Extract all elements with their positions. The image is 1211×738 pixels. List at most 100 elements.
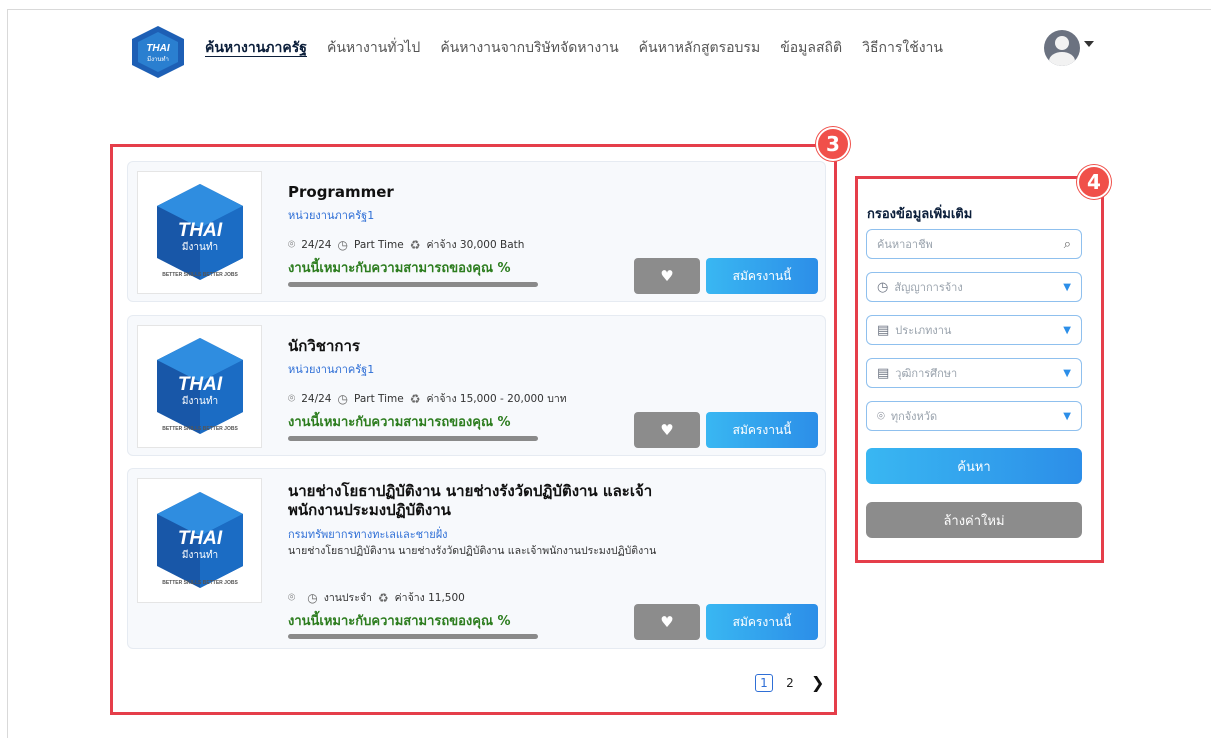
svg-text:BETTER SKILLS BETTER JOBS: BETTER SKILLS BETTER JOBS: [162, 580, 238, 586]
clock-icon: ◷: [307, 590, 318, 605]
job-description: นายช่างโยธาปฏิบัติงาน นายช่างรังวัดปฏิบั…: [288, 545, 657, 557]
svg-text:มีงานทำ: มีงานทำ: [147, 55, 169, 63]
money-icon: ♻: [409, 237, 421, 252]
clock-icon: ◷: [877, 279, 889, 295]
match-progress-bar: [288, 634, 538, 639]
job-type: Part Time: [353, 392, 404, 405]
clock-icon: ◷: [337, 237, 348, 252]
job-type: Part Time: [353, 238, 404, 251]
job-organization: หน่วยงานภาครัฐ1: [288, 363, 375, 376]
contract-type-select[interactable]: ◷ สัญญาการจ้าง ▼: [866, 272, 1082, 302]
svg-text:THAI: THAI: [177, 220, 222, 241]
nav-agency-jobs[interactable]: ค้นหางานจากบริษัทจัดหางาน: [440, 37, 618, 59]
match-progress-bar: [288, 282, 538, 287]
search-button[interactable]: ค้นหา: [866, 448, 1082, 484]
nav-government-jobs[interactable]: ค้นหางานภาครัฐ: [205, 37, 307, 59]
dropdown-arrow-icon: ▼: [1063, 367, 1071, 379]
job-type-value: ประเภทงาน: [895, 324, 952, 337]
clock-icon: ◷: [337, 391, 348, 406]
reset-button[interactable]: ล้างค่าใหม่: [866, 502, 1082, 538]
apply-button[interactable]: สมัครงานนี้: [706, 604, 818, 640]
search-placeholder: ค้นหาอาชีพ: [877, 238, 933, 251]
education-select[interactable]: ▤ วุฒิการศึกษา ▼: [866, 358, 1082, 388]
location-pin-icon: ⌾: [288, 590, 296, 604]
nav-statistics[interactable]: ข้อมูลสถิติ: [780, 37, 842, 59]
svg-text:THAI: THAI: [177, 374, 222, 395]
job-type: งานประจำ: [323, 592, 372, 604]
job-title[interactable]: นายช่างโยธาปฏิบัติงาน นายช่างรังวัดปฏิบั…: [288, 482, 688, 520]
page-1-button[interactable]: 1: [755, 673, 773, 692]
svg-text:มีงานทำ: มีงานทำ: [181, 241, 217, 253]
filter-title: กรองข้อมูลเพิ่มเติม: [867, 207, 973, 222]
heart-icon: ♥: [660, 421, 674, 439]
caret-down-icon[interactable]: [1084, 41, 1094, 47]
heart-icon: ♥: [660, 267, 674, 285]
svg-text:BETTER SKILLS BETTER JOBS: BETTER SKILLS BETTER JOBS: [162, 272, 238, 278]
apply-button[interactable]: สมัครงานนี้: [706, 412, 818, 448]
job-logo: THAI มีงานทำ BETTER SKILLS BETTER JOBS: [137, 325, 262, 448]
user-avatar-icon[interactable]: [1044, 30, 1080, 66]
education-value: วุฒิการศึกษา: [895, 367, 958, 380]
nav-how-to-use[interactable]: วิธีการใช้งาน: [862, 37, 943, 59]
match-text: งานนี้เหมาะกับความสามารถของคุณ %: [288, 261, 511, 276]
province-value: ทุกจังหวัด: [890, 410, 938, 423]
thai-mee-ngan-tam-logo[interactable]: THAI มีงานทำ: [128, 24, 188, 80]
job-title[interactable]: นักวิชาการ: [288, 337, 360, 356]
job-card[interactable]: THAI มีงานทำ BETTER SKILLS BETTER JOBS น…: [127, 468, 826, 649]
location-pin-icon: ⌾: [877, 408, 885, 424]
job-organization: กรมทรัพยากรทางทะเลและชายฝั่ง: [288, 528, 448, 541]
job-meta: ⌾ ◷ งานประจำ ♻ ค่าจ้าง 11,500: [288, 589, 465, 606]
job-salary: ค่าจ้าง 15,000 - 20,000 บาท: [426, 393, 567, 405]
dropdown-arrow-icon: ▼: [1063, 410, 1071, 422]
page-2-button[interactable]: 2: [781, 674, 799, 692]
pagination: 1 2 ❯: [755, 673, 824, 692]
favorite-button[interactable]: ♥: [634, 412, 700, 448]
job-title[interactable]: Programmer: [288, 183, 394, 202]
contract-type-value: สัญญาการจ้าง: [894, 281, 963, 294]
dropdown-arrow-icon: ▼: [1063, 324, 1071, 336]
chevron-right-icon[interactable]: ❯: [811, 673, 824, 692]
favorite-button[interactable]: ♥: [634, 258, 700, 294]
job-logo: THAI มีงานทำ BETTER SKILLS BETTER JOBS: [137, 171, 262, 294]
svg-text:มีงานทำ: มีงานทำ: [181, 549, 217, 561]
apply-button[interactable]: สมัครงานนี้: [706, 258, 818, 294]
thai-cube-logo-icon: THAI มีงานทำ BETTER SKILLS BETTER JOBS: [156, 337, 243, 434]
province-select[interactable]: ⌾ ทุกจังหวัด ▼: [866, 401, 1082, 431]
search-icon[interactable]: ⌕: [1064, 237, 1071, 252]
job-salary: ค่าจ้าง 11,500: [394, 592, 465, 604]
job-card[interactable]: THAI มีงานทำ BETTER SKILLS BETTER JOBS น…: [127, 315, 826, 456]
briefcase-icon: ▤: [877, 322, 890, 338]
location-pin-icon: ⌾: [288, 237, 296, 251]
job-meta: ⌾ 24/24 ◷ Part Time ♻ ค่าจ้าง 15,000 - 2…: [288, 390, 567, 407]
job-logo: THAI มีงานทำ BETTER SKILLS BETTER JOBS: [137, 478, 262, 603]
nav-training-courses[interactable]: ค้นหาหลักสูตรอบรม: [639, 37, 761, 59]
annotation-badge-4: 4: [1077, 165, 1111, 199]
job-organization: หน่วยงานภาครัฐ1: [288, 209, 375, 222]
match-text: งานนี้เหมาะกับความสามารถของคุณ %: [288, 614, 511, 629]
occupation-search-input[interactable]: ค้นหาอาชีพ ⌕: [866, 229, 1082, 259]
annotation-badge-3: 3: [816, 127, 850, 161]
heart-icon: ♥: [660, 613, 674, 631]
main-nav: ค้นหางานภาครัฐ ค้นหางานทั่วไป ค้นหางานจา…: [205, 37, 963, 59]
job-positions: 24/24: [301, 392, 332, 405]
location-pin-icon: ⌾: [288, 391, 296, 405]
svg-text:THAI: THAI: [177, 528, 222, 549]
job-card[interactable]: THAI มีงานทำ BETTER SKILLS BETTER JOBS P…: [127, 161, 826, 302]
svg-text:THAI: THAI: [146, 43, 170, 54]
job-type-select[interactable]: ▤ ประเภทงาน ▼: [866, 315, 1082, 345]
job-meta: ⌾ 24/24 ◷ Part Time ♻ ค่าจ้าง 30,000 Bat…: [288, 236, 524, 253]
nav-general-jobs[interactable]: ค้นหางานทั่วไป: [327, 37, 420, 59]
match-text: งานนี้เหมาะกับความสามารถของคุณ %: [288, 415, 511, 430]
job-positions: 24/24: [301, 238, 332, 251]
thai-cube-logo-icon: THAI มีงานทำ BETTER SKILLS BETTER JOBS: [156, 183, 243, 280]
match-progress-bar: [288, 436, 538, 441]
money-icon: ♻: [409, 391, 421, 406]
dropdown-arrow-icon: ▼: [1063, 281, 1071, 293]
job-salary: ค่าจ้าง 30,000 Bath: [426, 239, 525, 251]
money-icon: ♻: [377, 590, 389, 605]
favorite-button[interactable]: ♥: [634, 604, 700, 640]
thai-cube-logo-icon: THAI มีงานทำ BETTER SKILLS BETTER JOBS: [156, 491, 243, 588]
svg-text:มีงานทำ: มีงานทำ: [181, 395, 217, 407]
briefcase-icon: ▤: [877, 365, 890, 381]
svg-text:BETTER SKILLS BETTER JOBS: BETTER SKILLS BETTER JOBS: [162, 426, 238, 432]
